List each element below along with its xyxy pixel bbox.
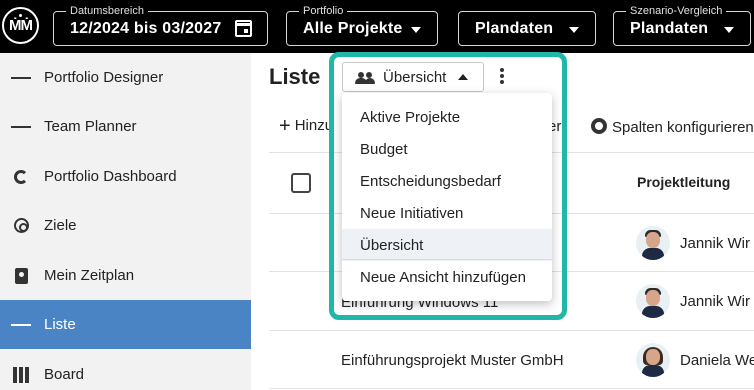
sidebar-item-label: Mein Zeitplan — [44, 267, 135, 284]
sidebar-item-label: Ziele — [44, 217, 77, 234]
data-select[interactable]: Plandaten — [458, 11, 596, 46]
portfolio-designer-icon — [11, 68, 31, 88]
portfolio-value: Alle Projekte — [303, 20, 403, 37]
calendar-icon[interactable] — [235, 20, 252, 37]
list-icon — [11, 315, 32, 335]
sidebar-item-mein-zeitplan[interactable]: Mein Zeitplan — [0, 251, 251, 300]
configure-columns-button[interactable]: Spalten konfigurieren — [591, 116, 754, 136]
dashboard-icon — [11, 167, 31, 187]
sidebar-item-ziele[interactable]: Ziele — [0, 201, 251, 250]
date-range-field[interactable]: Datumsbereich 12/2024 bis 03/2027 — [53, 4, 268, 46]
divider — [269, 388, 754, 389]
sidebar-item-label: Portfolio Designer — [44, 69, 164, 86]
select-all-checkbox[interactable] — [291, 173, 311, 193]
top-bar: ṀṀ Datumsbereich 12/2024 bis 03/2027 Por… — [0, 0, 754, 53]
sidebar-item-portfolio-dashboard[interactable]: Portfolio Dashboard — [0, 152, 251, 201]
scenario-value: Plandaten — [630, 20, 709, 37]
gear-icon — [591, 118, 607, 134]
badge-icon — [11, 266, 31, 286]
sidebar-item-team-planner[interactable]: Team Planner — [0, 102, 251, 151]
add-button[interactable]: + Hinzu — [279, 115, 334, 137]
sidebar-item-label: Portfolio Dashboard — [44, 168, 177, 185]
page-title: Liste — [269, 64, 321, 89]
portfolio-label: Portfolio — [299, 4, 348, 18]
highlight-frame — [329, 52, 567, 320]
chevron-down-icon — [569, 27, 579, 33]
date-range-label: Datumsbereich — [66, 4, 148, 18]
date-range-value: 12/2024 bis 03/2027 — [70, 20, 222, 37]
scenario-select[interactable]: Szenario-Vergleich Plandaten — [613, 4, 751, 46]
table-row-lead[interactable]: Daniela We — [680, 352, 754, 369]
scenario-label: Szenario-Vergleich — [626, 4, 727, 18]
chevron-down-icon — [724, 27, 734, 33]
sidebar-item-portfolio-designer[interactable]: Portfolio Designer — [0, 53, 251, 102]
portfolio-select[interactable]: Portfolio Alle Projekte — [286, 4, 438, 46]
configure-columns-label: Spalten konfigurieren — [612, 119, 754, 136]
table-row-lead[interactable]: Jannik Wir — [680, 235, 750, 252]
sidebar-item-board[interactable]: Board — [0, 350, 251, 390]
avatar — [636, 226, 670, 260]
column-header-project-lead: Projektleitung — [637, 174, 731, 190]
sidebar-item-label: Board — [44, 366, 85, 383]
table-row-lead[interactable]: Jannik Wir — [680, 293, 750, 310]
data-select-value: Plandaten — [475, 20, 554, 37]
app-logo[interactable]: ṀṀ — [2, 7, 39, 44]
sidebar-item-label: Liste — [44, 316, 76, 333]
sidebar-item-liste[interactable]: Liste — [0, 300, 251, 349]
avatar — [636, 343, 670, 377]
add-button-label: Hinzu — [294, 117, 334, 134]
sidebar-item-label: Team Planner — [44, 118, 137, 135]
plus-icon: + — [279, 115, 291, 137]
avatar — [636, 284, 670, 318]
board-icon — [11, 365, 31, 385]
team-planner-icon — [11, 117, 32, 137]
divider — [269, 330, 754, 331]
target-icon — [11, 216, 31, 236]
table-row-project[interactable]: Einführungsprojekt Muster GmbH — [341, 352, 564, 369]
sidebar: Portfolio Designer Team Planner Portfoli… — [0, 53, 251, 390]
chevron-down-icon — [411, 27, 421, 33]
